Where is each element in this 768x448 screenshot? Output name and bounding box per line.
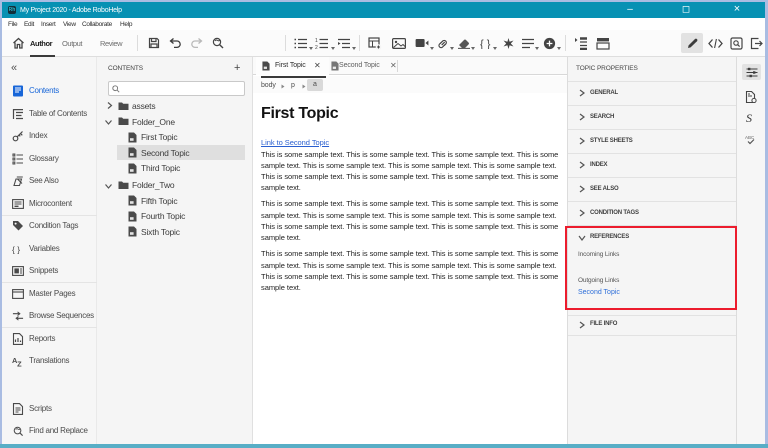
svg-text:1: 1	[315, 38, 318, 44]
svg-text:2: 2	[315, 45, 318, 49]
svg-text:{ }: { }	[12, 244, 20, 254]
svg-text:{ }: { }	[480, 39, 491, 50]
svg-text:Z: Z	[17, 360, 22, 367]
